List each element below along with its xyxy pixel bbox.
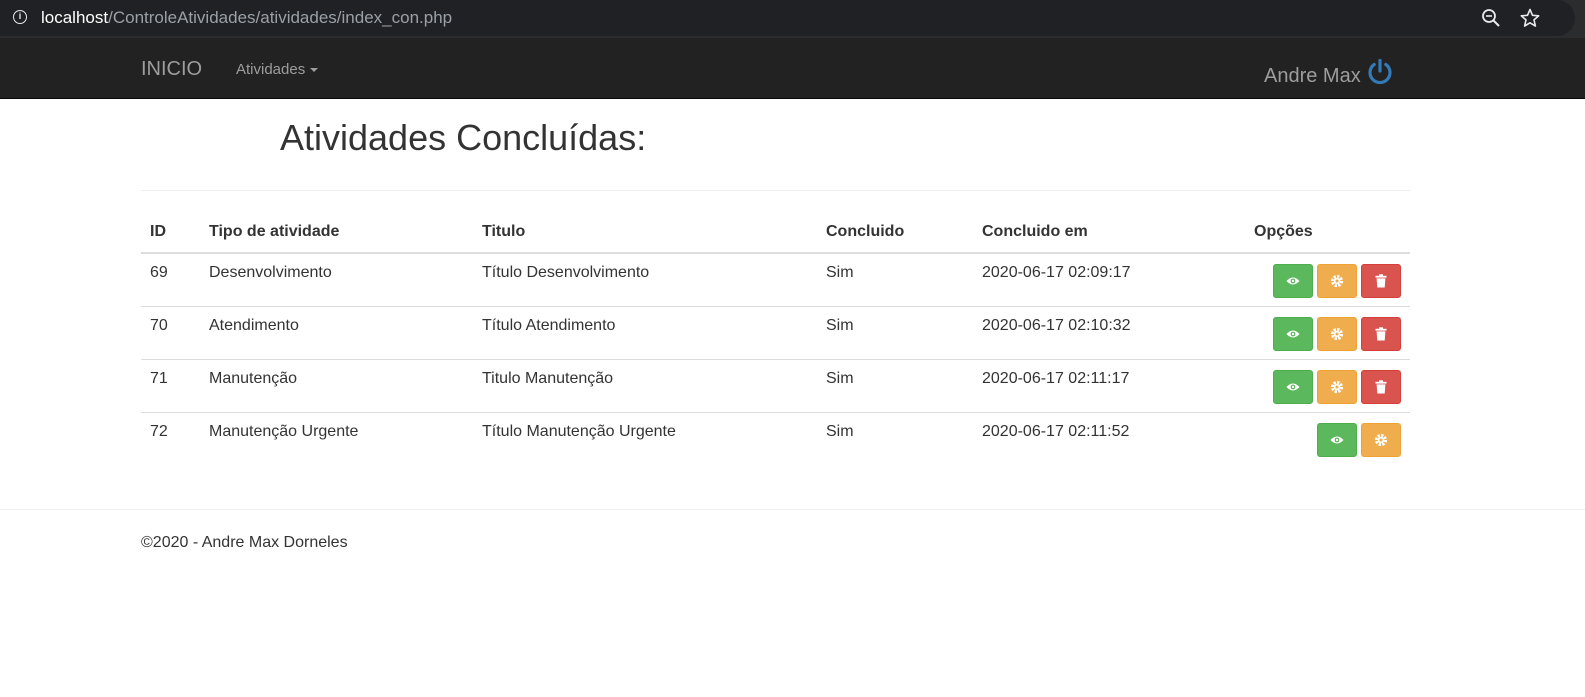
address-bar[interactable]: i localhost/ControleAtividades/atividade… — [0, 0, 1575, 36]
atividades-table: ID Tipo de atividade Titulo Concluido Co… — [141, 212, 1410, 465]
cell-opcoes — [1245, 253, 1410, 306]
cell-opcoes — [1245, 305, 1410, 359]
cell-titulo: Título Desenvolvimento — [482, 264, 650, 281]
cell-id: 70 — [141, 305, 200, 359]
edit-button[interactable] — [1317, 264, 1357, 298]
nav-atividades-dropdown[interactable]: Atividades — [236, 61, 319, 78]
view-button[interactable] — [1273, 264, 1313, 298]
edit-button[interactable] — [1317, 369, 1357, 404]
caret-down-icon — [310, 68, 319, 73]
power-icon[interactable] — [1366, 58, 1394, 86]
cell-opcoes — [1245, 411, 1410, 465]
footer-divider — [0, 509, 1585, 510]
nav-brand-inicio[interactable]: INICIO — [141, 58, 202, 81]
gear-icon — [1330, 327, 1344, 340]
gear-icon — [1374, 433, 1388, 446]
cell-titulo: Titulo Manutenção — [473, 358, 817, 412]
delete-button[interactable] — [1361, 369, 1401, 404]
cell-tipo: Atendimento — [200, 305, 473, 359]
table-row: 71 Manutenção Titulo Manutenção Sim 2020… — [141, 358, 1410, 412]
user-name: Andre Max — [1264, 65, 1361, 87]
edit-button[interactable] — [1317, 316, 1357, 351]
trash-icon — [1375, 274, 1387, 288]
table-header-row: ID Tipo de atividade Titulo Concluido Co… — [141, 212, 1410, 254]
view-button[interactable] — [1317, 422, 1357, 457]
col-header-tipo: Tipo de atividade — [200, 212, 473, 254]
trash-icon — [1375, 379, 1387, 393]
cell-tipo: Manutenção Urgente — [200, 411, 473, 465]
cell-concluido: Sim — [817, 358, 973, 412]
url-path: /ControleAtividades/atividades/index_con… — [108, 8, 453, 27]
url-host: localhost — [41, 8, 109, 27]
cell-titulo: Título Manutenção Urgente — [473, 411, 817, 465]
cell-concluido: Sim — [817, 411, 973, 465]
browser-toolbar: i localhost/ControleAtividades/atividade… — [0, 0, 1585, 38]
table-row: 70 Atendimento Título Atendimento Sim 20… — [141, 305, 1410, 359]
top-navbar: INICIO Atividades Andre Max — [0, 38, 1585, 99]
cell-id: 72 — [141, 411, 200, 465]
view-button[interactable] — [1273, 316, 1313, 351]
cell-id: 71 — [141, 358, 200, 412]
cell-concluido: Sim — [826, 264, 854, 281]
cell-opcoes — [1245, 358, 1410, 412]
eye-icon — [1330, 436, 1344, 443]
cell-tipo: Desenvolvimento — [209, 264, 332, 281]
gear-icon — [1330, 380, 1344, 393]
eye-icon — [1286, 330, 1300, 337]
page-title: Atividades Concluídas: — [280, 117, 647, 158]
delete-button[interactable] — [1361, 316, 1401, 351]
cell-concluido-em: 2020-06-17 02:11:17 — [973, 358, 1245, 412]
col-header-opcoes: Opções — [1245, 212, 1410, 254]
cell-tipo: Manutenção — [200, 358, 473, 412]
eye-icon — [1286, 277, 1300, 285]
site-info-icon[interactable]: i — [13, 10, 27, 24]
edit-button[interactable] — [1361, 422, 1401, 457]
col-header-concluido-em: Concluido em — [973, 212, 1245, 254]
zoom-icon[interactable] — [1481, 8, 1501, 28]
view-button[interactable] — [1273, 369, 1313, 404]
table-row: 69 Desenvolvimento Título Desenvolviment… — [141, 253, 1410, 306]
cell-id: 69 — [150, 264, 168, 281]
cell-concluido-em: 2020-06-17 02:09:17 — [982, 264, 1131, 281]
url-text[interactable]: localhost/ControleAtividades/atividades/… — [41, 8, 452, 28]
col-header-id: ID — [141, 212, 200, 254]
footer-copyright: ©2020 - Andre Max Dorneles — [141, 534, 348, 551]
cell-titulo: Título Atendimento — [473, 305, 817, 359]
table-row: 72 Manutenção Urgente Título Manutenção … — [141, 411, 1410, 465]
bookmark-star-icon[interactable] — [1520, 8, 1540, 28]
delete-button[interactable] — [1361, 264, 1401, 298]
col-header-titulo: Titulo — [473, 212, 817, 254]
cell-concluido: Sim — [817, 305, 973, 359]
nav-atividades-label: Atividades — [236, 61, 306, 78]
trash-icon — [1375, 326, 1387, 340]
cell-concluido-em: 2020-06-17 02:11:52 — [973, 411, 1245, 465]
divider — [141, 190, 1410, 191]
eye-icon — [1286, 383, 1300, 390]
cell-concluido-em: 2020-06-17 02:10:32 — [973, 305, 1245, 359]
gear-icon — [1330, 274, 1344, 288]
col-header-concluido: Concluido — [817, 212, 973, 254]
